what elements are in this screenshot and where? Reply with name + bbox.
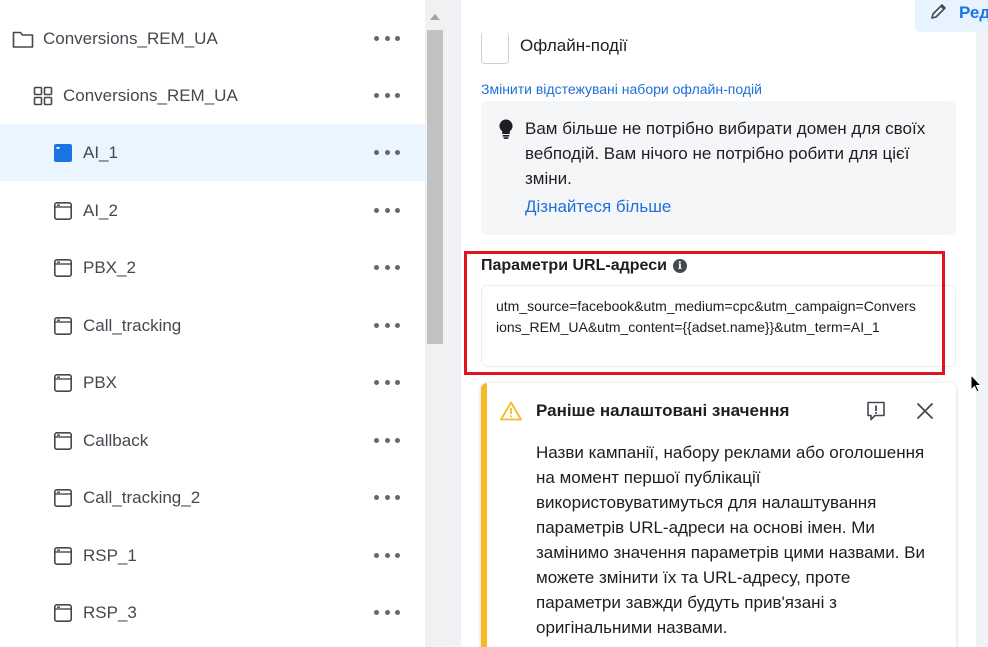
tree-row-label: Conversions_REM_UA [43,28,218,48]
edit-button-label: Ред [959,3,988,22]
ad-icon [52,142,74,164]
ad-icon [52,200,74,222]
lightbulb-icon [496,118,516,140]
more-options-icon[interactable] [374,143,400,163]
tree-row-ad[interactable]: Call_tracking [0,297,425,354]
warning-accent-bar [481,383,487,647]
ad-icon [52,545,74,567]
ad-icon [52,315,74,337]
tree-row-label: AI_1 [83,142,118,162]
tree-row-label: AI_2 [83,200,118,220]
ad-icon [52,487,74,509]
more-options-icon[interactable] [374,431,400,451]
close-icon[interactable] [916,402,934,420]
tree-row-ad[interactable]: Call_tracking_2 [0,469,425,526]
tree-row-ad[interactable]: RSP_1 [0,527,425,584]
tree-row-label: Call_tracking [83,315,182,335]
ad-icon [52,430,74,452]
more-options-icon[interactable] [374,201,400,221]
more-options-icon[interactable] [374,603,400,623]
info-notice-text: Вам більше не потрібно вибирати домен дл… [525,119,926,188]
scrollbar-thumb[interactable] [427,30,443,344]
offline-events-checkbox[interactable] [481,32,509,64]
warning-text: Назви кампанії, набору реклами або оголо… [536,443,926,637]
tree-row-label: Call_tracking_2 [83,487,201,507]
campaign-tree: Conversions_REM_UA Conversions_REM_UA AI… [0,0,425,647]
more-options-icon[interactable] [374,488,400,508]
pencil-icon [929,1,949,26]
learn-more-link[interactable]: Дізнайтеся більше [525,197,671,217]
tree-row-ad[interactable]: PBX [0,354,425,411]
more-options-icon[interactable] [374,546,400,566]
tree-row-label: RSP_1 [83,545,137,565]
tree-row-ad[interactable]: PBX_2 [0,239,425,296]
tree-row-adset[interactable]: Conversions_REM_UA [0,67,425,124]
tree-row-ad-selected[interactable]: AI_1 [0,124,425,181]
tree-row-ad[interactable]: Callback [0,412,425,469]
folder-icon [12,28,34,50]
tree-row-label: PBX_2 [83,257,136,277]
tree-row-campaign[interactable]: Conversions_REM_UA [0,10,425,67]
more-options-icon[interactable] [374,316,400,336]
warning-triangle-icon [500,401,522,421]
more-options-icon[interactable] [374,29,400,49]
tree-row-label: Callback [83,430,149,450]
tree-row-ad[interactable]: AI_2 [0,182,425,239]
more-options-icon[interactable] [374,258,400,278]
mouse-cursor-icon [970,373,983,394]
tree-scrollbar[interactable] [425,0,445,647]
tree-row-label: PBX [83,372,118,392]
edit-button[interactable]: Ред [915,0,988,32]
tree-row-label: Conversions_REM_UA [63,85,238,105]
warning-title: Раніше налаштовані значення [536,401,790,420]
change-offline-events-link[interactable]: Змінити відстежувані набори офлайн-подій [481,81,762,97]
adset-grid-icon [32,85,54,107]
more-options-icon[interactable] [374,373,400,393]
offline-events-label: Офлайн-події [520,36,628,55]
tree-row-label: RSP_3 [83,602,137,622]
highlight-frame [464,251,945,375]
scroll-up-arrow-icon[interactable] [430,14,440,20]
ad-icon [52,257,74,279]
tree-row-ad[interactable]: RSP_3 [0,584,425,641]
ad-icon [52,372,74,394]
more-options-icon[interactable] [374,86,400,106]
feedback-icon[interactable] [865,400,887,422]
ad-icon [52,602,74,624]
